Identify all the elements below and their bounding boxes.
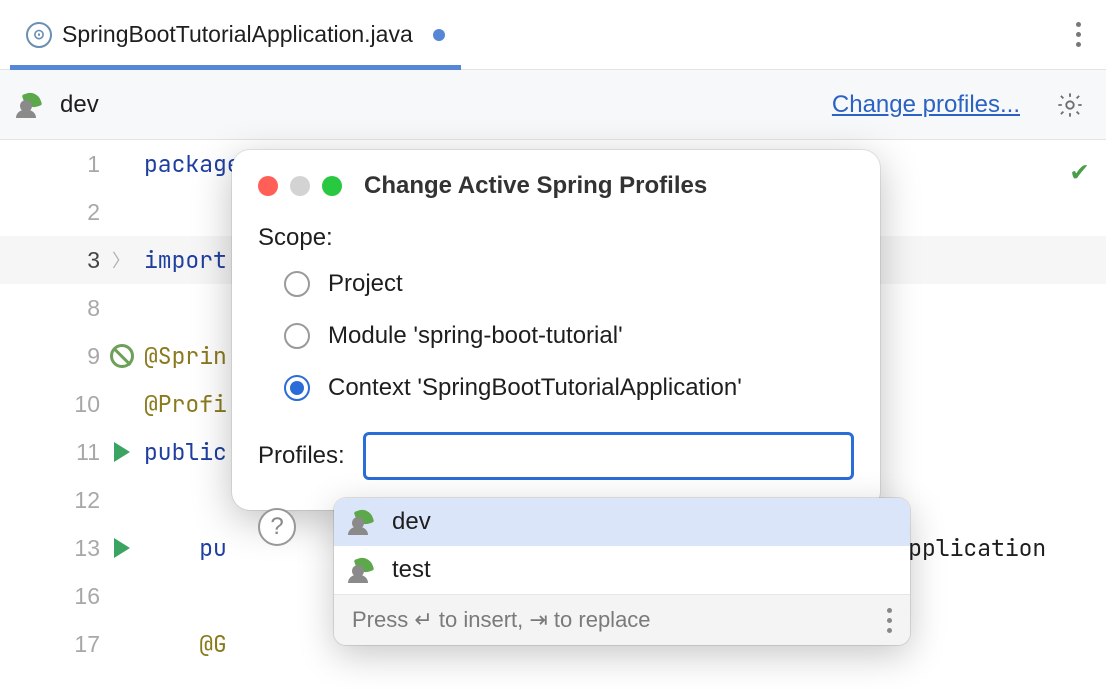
completion-hint-bar: Press ↵ to insert, ⇥ to replace	[334, 594, 910, 645]
code-token: @G	[144, 629, 227, 659]
file-tab[interactable]: ⊙ SpringBootTutorialApplication.java	[10, 0, 461, 69]
settings-button[interactable]	[1054, 89, 1086, 121]
modified-indicator-icon	[433, 29, 445, 41]
code-token: pu	[144, 533, 227, 563]
profiles-label: Profiles:	[258, 442, 345, 470]
line-number: 3	[70, 247, 100, 274]
gutter: 1 2 3 〉 8 9 10 11 12 13 16 17	[0, 140, 140, 690]
gear-icon	[1056, 91, 1084, 119]
line-number: 1	[70, 151, 100, 178]
active-profile-name: dev	[60, 91, 99, 119]
completion-label: dev	[392, 508, 431, 536]
spring-profile-icon	[352, 557, 378, 583]
spring-profile-icon	[20, 92, 46, 118]
run-icon[interactable]	[114, 538, 130, 558]
completion-menu-button[interactable]	[887, 608, 892, 633]
line-number: 13	[70, 535, 100, 562]
dialog-titlebar: Change Active Spring Profiles	[258, 172, 854, 200]
line-number: 11	[70, 439, 100, 466]
run-icon[interactable]	[114, 442, 130, 462]
completion-label: test	[392, 556, 431, 584]
spring-profile-icon	[352, 509, 378, 535]
completion-item-test[interactable]: test	[334, 546, 910, 594]
scope-project-radio[interactable]: Project	[284, 270, 854, 298]
radio-icon	[284, 375, 310, 401]
change-profiles-link[interactable]: Change profiles...	[832, 91, 1020, 119]
scope-radio-group: Project Module 'spring-boot-tutorial' Co…	[258, 270, 854, 402]
zoom-icon[interactable]	[322, 176, 342, 196]
inspection-ok-icon[interactable]: ✔	[1071, 152, 1088, 189]
line-number: 10	[70, 391, 100, 418]
scope-context-radio[interactable]: Context 'SpringBootTutorialApplication'	[284, 374, 854, 402]
more-tabs-button[interactable]	[1060, 14, 1096, 55]
completion-popup: dev test Press ↵ to insert, ⇥ to replace	[334, 498, 910, 645]
suppress-icon[interactable]	[110, 344, 134, 368]
line-number: 2	[70, 199, 100, 226]
class-icon: ⊙	[26, 22, 52, 48]
tab-bar: ⊙ SpringBootTutorialApplication.java	[0, 0, 1106, 70]
code-token: package	[144, 149, 241, 179]
chevron-right-icon[interactable]: 〉	[112, 247, 130, 273]
line-number: 16	[70, 583, 100, 610]
minimize-icon[interactable]	[290, 176, 310, 196]
completion-hint-text: Press ↵ to insert, ⇥ to replace	[352, 607, 651, 633]
profiles-input[interactable]	[363, 432, 854, 480]
line-number: 17	[70, 631, 100, 658]
line-number: 8	[70, 295, 100, 322]
scope-module-radio[interactable]: Module 'spring-boot-tutorial'	[284, 322, 854, 350]
radio-icon	[284, 323, 310, 349]
radio-label: Module 'spring-boot-tutorial'	[328, 322, 623, 350]
code-token: @Profi	[144, 389, 227, 419]
spring-profile-bar: dev Change profiles...	[0, 70, 1106, 140]
line-number: 9	[70, 343, 100, 370]
code-token: public	[144, 437, 227, 467]
close-icon[interactable]	[258, 176, 278, 196]
code-token: @Sprin	[144, 341, 227, 371]
tab-filename: SpringBootTutorialApplication.java	[62, 21, 413, 48]
dialog-title: Change Active Spring Profiles	[364, 172, 707, 200]
radio-label: Context 'SpringBootTutorialApplication'	[328, 374, 742, 402]
completion-item-dev[interactable]: dev	[334, 498, 910, 546]
change-profiles-dialog: Change Active Spring Profiles Scope: Pro…	[232, 150, 880, 510]
scope-label: Scope:	[258, 224, 854, 252]
help-button[interactable]: ?	[258, 508, 296, 546]
radio-icon	[284, 271, 310, 297]
line-number: 12	[70, 487, 100, 514]
radio-label: Project	[328, 270, 403, 298]
code-token: import	[144, 245, 227, 275]
